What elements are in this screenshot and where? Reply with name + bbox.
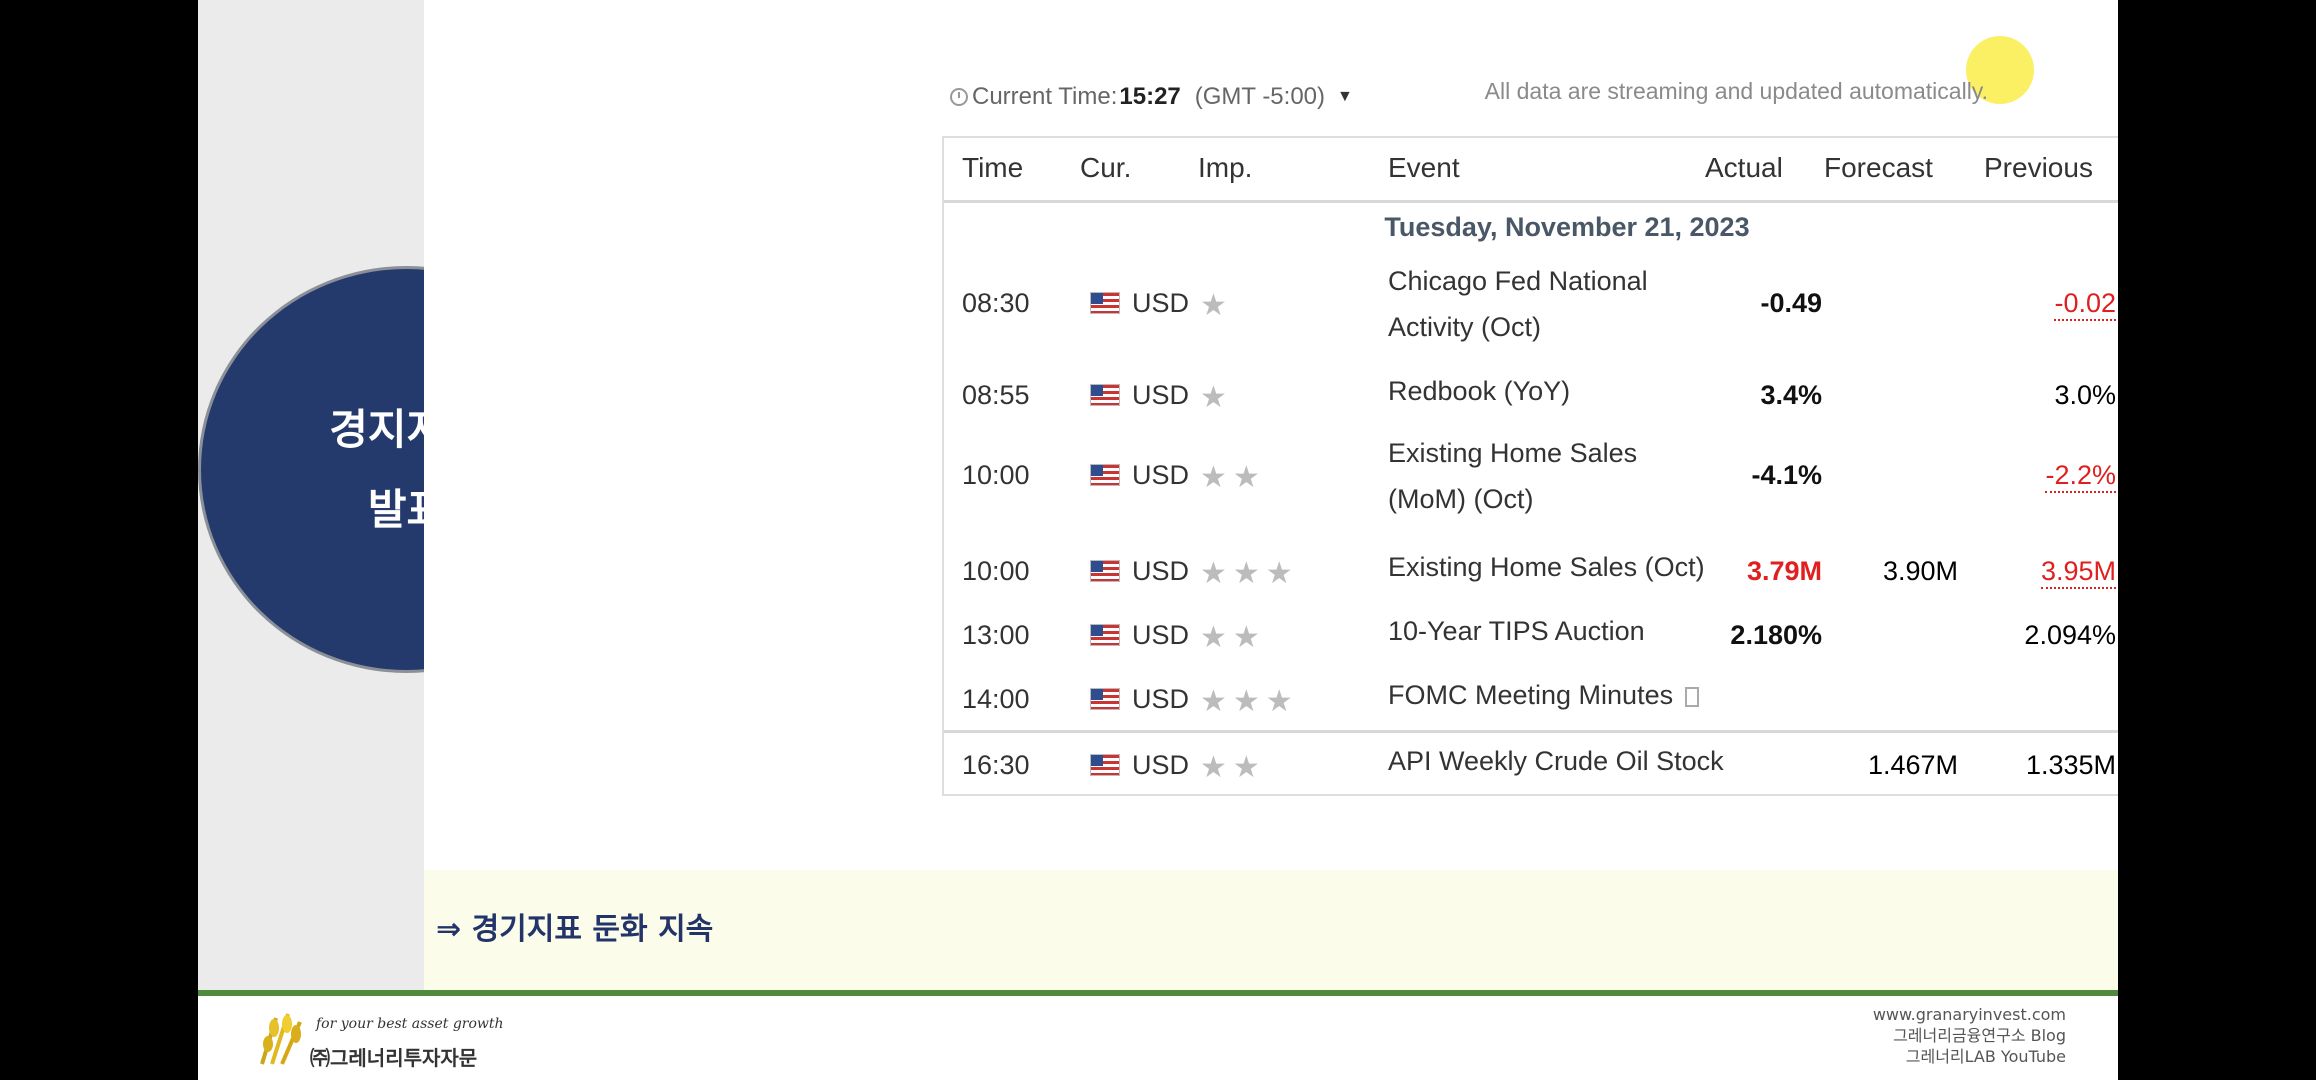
youtube-link[interactable]: 그레너리LAB YouTube xyxy=(1873,1046,2066,1067)
row-time: 08:30 xyxy=(962,288,1030,318)
wheat-logo-icon xyxy=(260,1013,302,1065)
header-imp: Imp. xyxy=(1198,152,1253,183)
row-time: 08:55 xyxy=(962,380,1030,410)
row-currency: USD xyxy=(1132,380,1190,410)
row-previous: 1.335M xyxy=(2025,750,2116,780)
row-previous: 3.0% xyxy=(2054,380,2116,410)
importance-stars: ★★ xyxy=(1200,461,1266,494)
row-event: FOMC Meeting Minutes xyxy=(1388,680,1674,710)
row-event-wrap[interactable]: FOMC Meeting Minutes xyxy=(1388,672,1788,718)
header-previous: Previous xyxy=(1984,152,2093,183)
row-currency: USD xyxy=(1132,288,1190,318)
row-time: 16:30 xyxy=(962,750,1030,780)
row-forecast: 3.90M xyxy=(1882,556,1958,586)
current-time-label: Current Time: xyxy=(972,83,1118,110)
timezone-label: (GMT -5:00) xyxy=(1194,83,1326,110)
row-previous: -2.2% xyxy=(2045,460,2116,493)
blog-link[interactable]: 그레너리금융연구소 Blog xyxy=(1873,1025,2066,1046)
importance-stars: ★★★ xyxy=(1200,685,1299,718)
table-row[interactable]: 16:30 USD ★★ API Weekly Crude Oil Stock … xyxy=(944,736,2118,796)
row-time: 14:00 xyxy=(962,684,1030,714)
slide: 경지지표 발표 Current Time: 15:27 (GMT -5:00) … xyxy=(198,0,2118,1080)
row-previous: 3.95M xyxy=(2040,556,2116,589)
us-flag-icon xyxy=(1090,464,1120,486)
row-time: 10:00 xyxy=(962,556,1030,586)
row-currency: USD xyxy=(1132,460,1190,490)
row-event[interactable]: 10-Year TIPS Auction xyxy=(1388,608,1718,654)
row-event[interactable]: API Weekly Crude Oil Stock xyxy=(1388,738,1788,784)
calendar-table: Time Cur. Imp. Event Actual Forecast Pre… xyxy=(942,136,2118,796)
row-actual: 2.180% xyxy=(1730,620,1822,650)
header-event: Event xyxy=(1388,152,1460,183)
row-actual: 3.4% xyxy=(1760,380,1822,410)
row-actual: 3.79M xyxy=(1746,556,1822,586)
row-previous: -0.02 xyxy=(2054,288,2116,321)
importance-stars: ★★ xyxy=(1200,621,1266,654)
current-time-row[interactable]: Current Time: 15:27 (GMT -5:00) ▼ xyxy=(950,82,1353,112)
us-flag-icon xyxy=(1090,292,1120,314)
importance-stars: ★★ xyxy=(1200,751,1266,784)
row-currency: USD xyxy=(1132,750,1190,780)
header-time: Time xyxy=(962,152,1024,183)
footer-divider xyxy=(198,990,2118,996)
table-row[interactable]: 10:00 USD ★★★ Existing Home Sales (Oct) … xyxy=(944,544,2118,604)
us-flag-icon xyxy=(1090,624,1120,646)
divider xyxy=(944,730,2118,733)
table-row[interactable]: 13:00 USD ★★ 10-Year TIPS Auction 2.180%… xyxy=(944,608,2118,668)
header-actual: Actual xyxy=(1705,152,1783,183)
website-link[interactable]: www.granaryinvest.com xyxy=(1873,1004,2066,1025)
header-forecast: Forecast xyxy=(1824,152,1933,183)
row-currency: USD xyxy=(1132,556,1190,586)
us-flag-icon xyxy=(1090,688,1120,710)
importance-stars: ★★★ xyxy=(1200,557,1299,590)
us-flag-icon xyxy=(1090,384,1120,406)
table-row[interactable]: 08:55 USD ★ Redbook (YoY) 3.4% 3.0% xyxy=(944,372,2118,432)
header-cur: Cur. xyxy=(1080,152,1132,183)
chevron-down-icon[interactable]: ▼ xyxy=(1337,88,1353,106)
table-row[interactable]: 08:30 USD ★ Chicago Fed National Activit… xyxy=(944,258,2118,350)
conclusion-note: ⇒ 경기지표 둔화 지속 xyxy=(436,912,714,947)
row-event[interactable]: Existing Home Sales (MoM) (Oct) xyxy=(1388,430,1718,522)
table-header: Time Cur. Imp. Event Actual Forecast Pre… xyxy=(944,138,2118,203)
us-flag-icon xyxy=(1090,560,1120,582)
current-time-value: 15:27 xyxy=(1119,83,1181,110)
streaming-note: All data are streaming and updated autom… xyxy=(1484,78,1988,104)
table-row[interactable]: 14:00 USD ★★★ FOMC Meeting Minutes xyxy=(944,672,2118,728)
document-icon[interactable] xyxy=(1685,686,1700,707)
row-time: 10:00 xyxy=(962,460,1030,490)
us-flag-icon xyxy=(1090,754,1120,776)
date-header: Tuesday, November 21, 2023 xyxy=(1384,212,1750,242)
row-event[interactable]: Redbook (YoY) xyxy=(1388,368,1718,414)
company-name: ㈜그레너리투자자문 xyxy=(310,1046,478,1070)
economic-calendar-screenshot: Current Time: 15:27 (GMT -5:00) ▼ All da… xyxy=(424,0,2118,870)
importance-stars: ★ xyxy=(1200,381,1233,414)
row-actual: -4.1% xyxy=(1751,460,1822,490)
row-actual: -0.49 xyxy=(1760,288,1822,318)
clock-icon xyxy=(950,88,968,106)
row-forecast: 1.467M xyxy=(1867,750,1958,780)
row-event[interactable]: Existing Home Sales (Oct) xyxy=(1388,544,1718,590)
row-time: 13:00 xyxy=(962,620,1030,650)
logo-slogan: for your best asset growth xyxy=(316,1016,504,1032)
row-previous: 2.094% xyxy=(2024,620,2116,650)
row-event[interactable]: Chicago Fed National Activity (Oct) xyxy=(1388,258,1718,350)
importance-stars: ★ xyxy=(1200,289,1233,322)
row-currency: USD xyxy=(1132,620,1190,650)
footer-links: www.granaryinvest.com 그레너리금융연구소 Blog 그레너… xyxy=(1873,1004,2066,1067)
table-row[interactable]: 10:00 USD ★★ Existing Home Sales (MoM) (… xyxy=(944,430,2118,522)
row-currency: USD xyxy=(1132,684,1190,714)
